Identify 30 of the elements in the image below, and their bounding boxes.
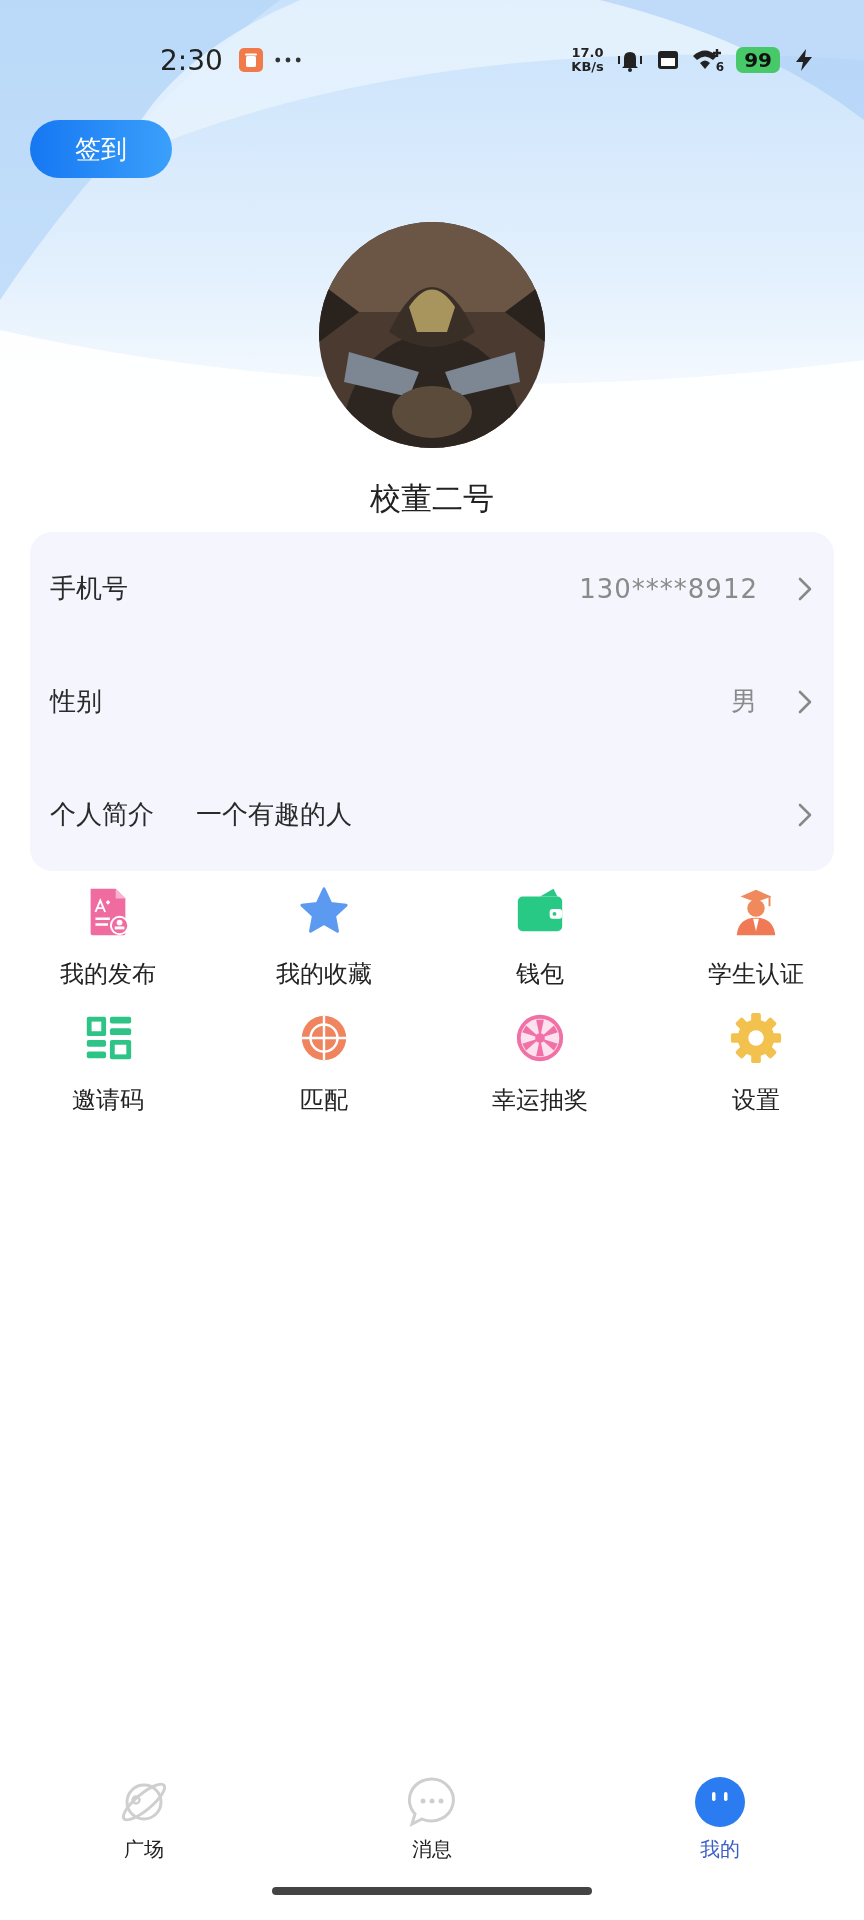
feature-label: 我的发布: [60, 959, 156, 989]
nickname: 校董二号: [370, 479, 494, 518]
feature-label: 学生认证: [708, 959, 804, 989]
feature-label: 钱包: [516, 959, 564, 989]
info-row[interactable]: 个人简介 一个有趣的人: [30, 758, 834, 871]
settings-icon[interactable]: [729, 1011, 783, 1065]
feature-label: 幸运抽奖: [492, 1085, 588, 1115]
feature-label: 邀请码: [72, 1085, 144, 1115]
chevron-right-icon: [798, 689, 812, 714]
info-row[interactable]: 性别 男: [30, 645, 834, 758]
more-icon: [274, 57, 301, 63]
network-speed-unit: KB/s: [571, 60, 604, 74]
check-in-button[interactable]: 签到: [30, 120, 172, 178]
battery-level: 99: [736, 47, 780, 73]
feature-label: 设置: [732, 1085, 780, 1115]
notification-icon: [238, 48, 263, 72]
wifi-signal-number: 6: [715, 61, 725, 73]
chevron-right-icon: [798, 576, 812, 601]
chevron-right-icon: [798, 802, 812, 827]
tab-item[interactable]: 我的: [576, 1776, 864, 1862]
window-icon: [655, 48, 680, 72]
clock-time: 2:30: [160, 43, 223, 77]
chat-bubble-icon: [406, 1776, 458, 1828]
feature-label: 匹配: [300, 1085, 348, 1115]
tab-item[interactable]: 广场: [0, 1776, 288, 1862]
network-speed-value: 17.0: [571, 46, 604, 60]
face-icon: [694, 1776, 746, 1828]
feature-label: 我的收藏: [276, 959, 372, 989]
tab-item[interactable]: 消息: [288, 1776, 576, 1862]
info-row[interactable]: 手机号 130****8912: [30, 532, 834, 645]
